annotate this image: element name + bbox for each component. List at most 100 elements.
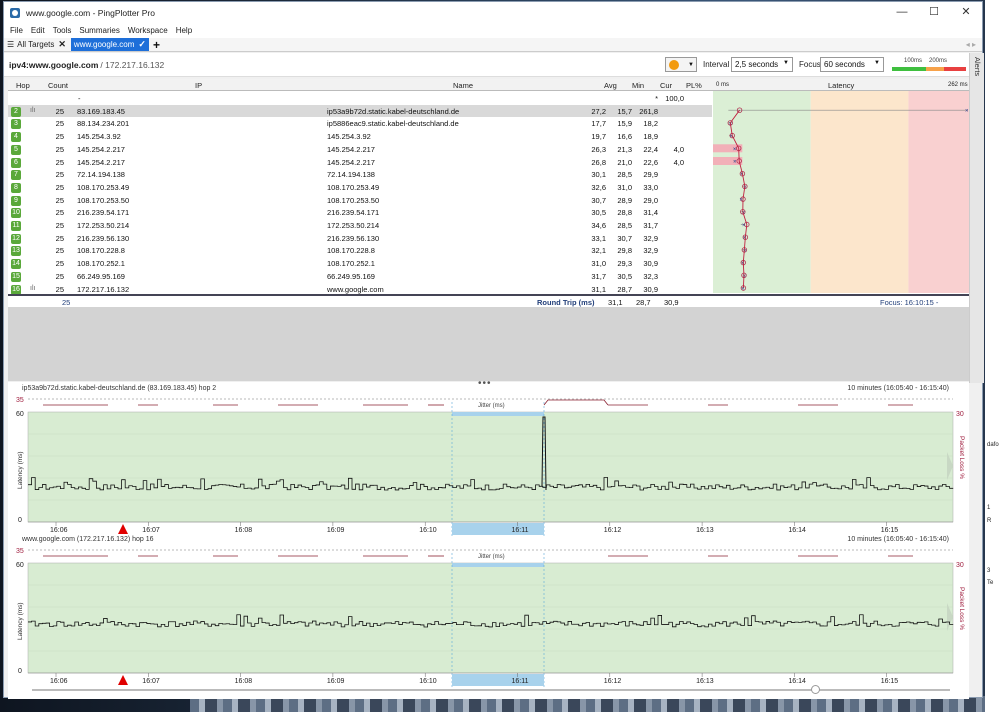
table-row[interactable]: 12 25 216.239.56.130 216.239.56.130 33,1 30,7… bbox=[8, 232, 712, 245]
hop-number: 13 bbox=[11, 246, 21, 257]
menu-edit[interactable]: Edit bbox=[31, 26, 45, 35]
close-tab-icon[interactable]: ✕ bbox=[58, 39, 66, 50]
pause-button[interactable]: ▼ bbox=[665, 57, 697, 72]
time-tick-label: 16:07 bbox=[142, 678, 160, 685]
focus-value: 60 seconds bbox=[824, 60, 865, 69]
close-button[interactable]: ✕ bbox=[950, 2, 982, 23]
graph2-range[interactable]: 10 minutes (16:05:40 - 16:15:40) bbox=[847, 536, 949, 543]
jitter-spike bbox=[543, 399, 609, 406]
col-name[interactable]: Name bbox=[453, 81, 473, 90]
cell-name: 108.170.252.1 bbox=[327, 259, 375, 269]
menu-file[interactable]: File bbox=[10, 26, 23, 35]
maximize-button[interactable]: ☐ bbox=[918, 2, 950, 23]
cell-count: 25 bbox=[55, 208, 64, 218]
cell-name: 145.254.3.92 bbox=[327, 132, 371, 142]
table-row[interactable]: 15 25 66.249.95.169 66.249.95.169 31,7 30,5 32… bbox=[8, 270, 712, 283]
table-row[interactable]: 14 25 108.170.252.1 108.170.252.1 31,0 29,3 30… bbox=[8, 257, 712, 270]
latency-plot-area bbox=[27, 411, 954, 523]
latency-plot-area bbox=[27, 562, 954, 674]
table-row[interactable]: 2 ılı 25 83.169.183.45 ip53a9b72d.static.kab… bbox=[8, 104, 712, 118]
y-bottom-label: 0 bbox=[18, 517, 22, 524]
alerts-panel[interactable]: Alerts bbox=[969, 53, 984, 383]
col-pl[interactable]: PL% bbox=[686, 81, 702, 90]
table-row[interactable]: 13 25 108.170.228.8 108.170.228.8 32,1 29,8 32… bbox=[8, 244, 712, 257]
cell-avg: 31,7 bbox=[591, 271, 606, 281]
cell-count: 25 bbox=[55, 259, 64, 269]
cell-name: 172.253.50.214 bbox=[327, 221, 380, 230]
add-tab-button[interactable]: + bbox=[153, 38, 160, 52]
table-row[interactable]: 5 25 145.254.2.217 145.254.2.217 26,3 21,3 22,… bbox=[8, 143, 712, 156]
menu-summaries[interactable]: Summaries bbox=[79, 26, 119, 35]
col-ip[interactable]: IP bbox=[195, 81, 202, 90]
menu-workspace[interactable]: Workspace bbox=[128, 26, 168, 35]
cell-cur: 31,7 bbox=[643, 221, 658, 230]
tab-scroll-arrows[interactable]: ◂ ▸ bbox=[966, 40, 976, 49]
hop-number: 15 bbox=[11, 271, 21, 282]
table-row[interactable]: 7 25 72.14.194.138 72.14.194.138 30,1 28,5 29,… bbox=[8, 168, 712, 181]
menu-tools[interactable]: Tools bbox=[53, 26, 72, 35]
interval-select[interactable]: 2,5 seconds ▼ bbox=[731, 57, 793, 72]
cell-cur: 33,0 bbox=[643, 182, 658, 192]
target-ip: / 172.217.16.132 bbox=[100, 59, 165, 70]
cell-count: 25 bbox=[55, 119, 64, 129]
graph-bars-icon[interactable]: ılı bbox=[30, 107, 35, 114]
scale-200-label: 200ms bbox=[929, 58, 948, 64]
time-tick-label: 16:10 bbox=[419, 678, 437, 685]
table-row[interactable]: 8 25 108.170.253.49 108.170.253.49 32,6 31,0 3… bbox=[8, 181, 712, 194]
col-latency[interactable]: Latency bbox=[828, 81, 854, 90]
graph1-title: ip53a9b72d.static.kabel-deutschland.de (… bbox=[22, 385, 217, 392]
desktop-text: dafo bbox=[987, 442, 999, 448]
tab-bar: ☰ All Targets ✕ www.google.com ✓ + ◂ ▸ bbox=[4, 38, 982, 52]
packet-loss-marker bbox=[118, 675, 128, 685]
minimize-button[interactable]: — bbox=[886, 2, 918, 23]
cell-min: 21,3 bbox=[617, 144, 632, 154]
table-row[interactable]: 9 25 108.170.253.50 108.170.253.50 30,7 28,9 2… bbox=[8, 194, 712, 207]
hop-number: 14 bbox=[11, 259, 21, 270]
cell-name: ip5886eac9.static.kabel-deutschland.de bbox=[327, 119, 459, 129]
cell-ip: 108.170.228.8 bbox=[77, 246, 125, 256]
hop-number: 4 bbox=[11, 132, 21, 143]
hop-number: 10 bbox=[11, 208, 21, 219]
graph1-range[interactable]: 10 minutes (16:05:40 - 16:15:40) bbox=[847, 385, 949, 392]
tab-all-targets-label: All Targets bbox=[17, 40, 55, 49]
cell-count: 25 bbox=[55, 271, 64, 281]
menu-help[interactable]: Help bbox=[176, 26, 192, 35]
cell-avg: 26,8 bbox=[591, 157, 606, 167]
col-min[interactable]: Min bbox=[632, 81, 644, 90]
tab-all-targets[interactable]: ☰ All Targets ✕ bbox=[4, 38, 69, 51]
table-row[interactable]: 11 25 172.253.50.214 172.253.50.214 34,6 28,5… bbox=[8, 219, 712, 232]
tab-google[interactable]: www.google.com ✓ bbox=[70, 38, 149, 51]
scrollbar-thumb[interactable] bbox=[811, 685, 820, 694]
cell-cur: * bbox=[655, 94, 658, 103]
cur-marker: × bbox=[965, 109, 969, 115]
focus-select[interactable]: 60 seconds ▼ bbox=[820, 57, 884, 72]
table-row[interactable]: 10 25 216.239.54.171 216.239.54.171 30,5 28,8… bbox=[8, 206, 712, 219]
y-top-label: 60 bbox=[16, 411, 24, 418]
time-tick-label: 16:12 bbox=[604, 527, 622, 534]
table-row[interactable]: 3 25 88.134.234.201 ip5886eac9.static.kabel… bbox=[8, 117, 712, 130]
cell-count: 25 bbox=[55, 195, 64, 205]
col-cur[interactable]: Cur bbox=[660, 81, 672, 90]
hop-number: 8 bbox=[11, 182, 21, 193]
table-row[interactable]: - * 100,0 bbox=[8, 92, 712, 105]
hop-number: 3 bbox=[11, 119, 21, 130]
cell-count: 25 bbox=[55, 144, 64, 154]
table-row[interactable]: 6 25 145.254.2.217 145.254.2.217 26,8 21,0 22,… bbox=[8, 156, 712, 169]
col-hop[interactable]: Hop bbox=[16, 81, 30, 90]
graph-bars-icon[interactable]: ılı bbox=[30, 285, 35, 292]
packet-loss-bar bbox=[713, 144, 743, 153]
trace-grid: Hop Count IP Name Avg Min Cur PL% 0 ms L… bbox=[8, 79, 969, 381]
cell-ip: 145.254.2.217 bbox=[77, 144, 125, 154]
focus-time-block bbox=[452, 523, 544, 535]
cell-count: 25 bbox=[55, 233, 64, 243]
summary-row: 25 Round Trip (ms) 31,1 28,7 30,9 Focus:… bbox=[8, 294, 969, 316]
cell-name: 66.249.95.169 bbox=[327, 271, 375, 281]
timeline-scrollbar[interactable] bbox=[32, 685, 950, 694]
time-tick-label: 16:06 bbox=[50, 527, 68, 534]
cell-count: 25 bbox=[55, 182, 64, 192]
col-avg[interactable]: Avg bbox=[604, 81, 617, 90]
col-count[interactable]: Count bbox=[48, 81, 68, 90]
table-row[interactable]: 4 25 145.254.3.92 145.254.3.92 19,7 16,6 18,9 bbox=[8, 130, 712, 143]
cell-avg: 31,0 bbox=[591, 259, 606, 269]
pl-axis-label: Packet Loss % bbox=[958, 587, 965, 630]
